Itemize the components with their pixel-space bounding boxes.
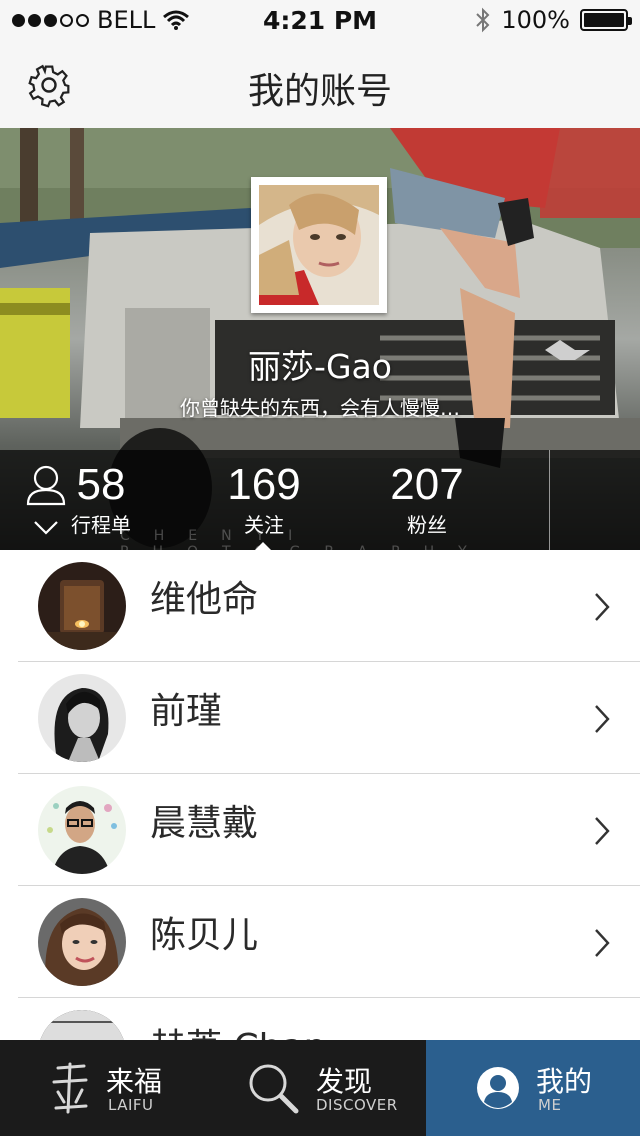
user-name: 丽莎-Gao (248, 347, 392, 386)
profile-avatar[interactable] (251, 177, 387, 313)
battery-percent: 100% (501, 6, 570, 34)
tab-discover[interactable]: 发现 DISCOVER (213, 1040, 426, 1136)
battery-icon (580, 9, 632, 31)
tab-laifu-label: 来福 (106, 1065, 163, 1098)
tab-me[interactable]: 我的 ME (426, 1040, 640, 1136)
laifu-logo-icon (52, 1062, 88, 1114)
chevron-right-icon (595, 929, 610, 957)
list-item-name: 晨慧戴 (150, 803, 259, 844)
list-item[interactable]: 赫苒 Chan (0, 998, 640, 1040)
nav-bar: 我的账号 (0, 40, 640, 128)
list-item-name: 维他命 (150, 579, 259, 620)
avatar (38, 1010, 126, 1040)
chevron-right-icon (595, 817, 610, 845)
tab-discover-label: 发现 (316, 1065, 373, 1098)
tab-laifu[interactable]: 来福 LAIFU (0, 1040, 213, 1136)
avatar (38, 786, 126, 874)
profile-icon (477, 1067, 519, 1109)
list-item[interactable]: 前瑾 (0, 662, 640, 774)
stat-following-count: 169 (227, 460, 301, 509)
avatar (38, 898, 126, 986)
avatar (38, 562, 126, 650)
person-dropdown-icon[interactable] (0, 450, 90, 550)
bluetooth-icon (476, 7, 490, 33)
list-item[interactable]: 维他命 (0, 550, 640, 662)
tab-bar: 来福 LAIFU 发现 DISCOVER 我的 ME (0, 1040, 640, 1136)
chevron-right-icon (595, 705, 610, 733)
stat-followers-count: 207 (390, 460, 464, 509)
stat-followers[interactable]: 207 粉丝 (347, 458, 507, 538)
chevron-right-icon (595, 593, 610, 621)
avatar (38, 674, 126, 762)
active-stat-pointer (255, 542, 271, 550)
stat-following[interactable]: 169 关注 (184, 458, 344, 538)
list-item[interactable]: 陈贝儿 (0, 886, 640, 998)
battery-level (584, 13, 624, 27)
page-title: 我的账号 (247, 71, 392, 112)
search-icon (249, 1064, 299, 1114)
tab-me-label: 我的 (536, 1065, 593, 1098)
user-bio: 你曾缺失的东西，会有人慢慢… (180, 396, 460, 420)
profile-header: 丽莎-Gao 你曾缺失的东西，会有人慢慢… 58 行程单 169 关注 207 … (0, 128, 640, 550)
tab-laifu-sublabel: LAIFU (108, 1096, 154, 1114)
list-item-name: 陈贝儿 (150, 915, 259, 956)
photo-watermark: CHENYI PHOTOGRAPHY (120, 528, 467, 550)
list-item-name: 前瑾 (150, 691, 223, 732)
following-list: 维他命 前瑾 晨慧戴 陈贝儿 (0, 550, 640, 1040)
list-item[interactable]: 晨慧戴 (0, 774, 640, 886)
tab-discover-sublabel: DISCOVER (316, 1096, 398, 1114)
avatar-image (259, 185, 379, 305)
status-bar: BELL 4:21 PM 100% (0, 0, 640, 40)
status-right: 100% (475, 6, 632, 34)
list-item-name: 赫苒 Chan (150, 1018, 326, 1040)
tab-me-sublabel: ME (538, 1096, 562, 1114)
